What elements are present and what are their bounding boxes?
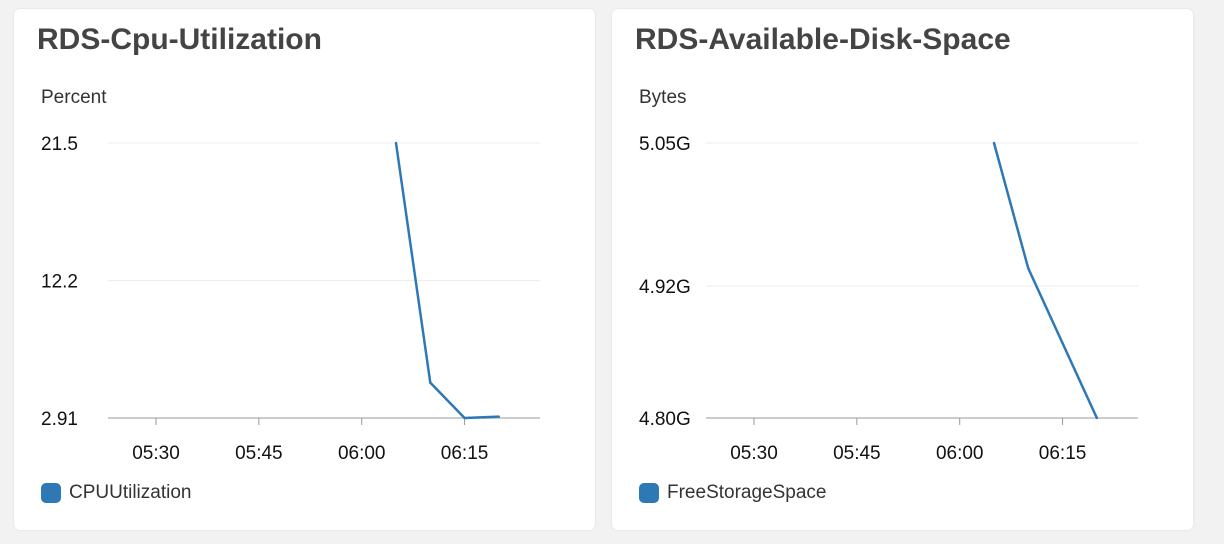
cpu-utilization-panel: RDS-Cpu-Utilization Percent 21.5 12.2 2.91… (14, 9, 595, 530)
y-tick-label: 12.2 (41, 272, 78, 293)
y-tick-label: 5.05G (639, 134, 691, 155)
y-axis-unit-label: Bytes (639, 87, 687, 108)
x-tick-label: 05:30 (132, 443, 180, 464)
available-disk-space-chart: Bytes 5.05G 4.92G 4.80G 05:30 05:45 06:00 06:1… (639, 87, 1138, 464)
available-disk-space-panel: RDS-Available-Disk-Space Bytes 5.05G 4.92… (612, 9, 1193, 530)
x-tick-label: 05:30 (730, 443, 778, 464)
data-point (429, 381, 432, 384)
x-tick-label: 05:45 (235, 443, 283, 464)
x-tick-label: 06:15 (1039, 443, 1087, 464)
y-tick-label: 4.92G (639, 277, 691, 298)
chart-legend[interactable]: FreeStorageSpace (639, 482, 827, 504)
y-tick-label: 4.80G (639, 409, 691, 430)
data-point (394, 141, 398, 145)
chart-legend[interactable]: CPUUtilization (41, 482, 191, 504)
x-tick-label: 06:00 (338, 443, 386, 464)
data-point (1027, 267, 1030, 270)
legend-swatch-icon (639, 483, 659, 503)
y-tick-label: 2.91 (41, 409, 78, 430)
x-tick-label: 06:00 (936, 443, 984, 464)
legend-label: FreeStorageSpace (667, 482, 827, 503)
legend-swatch-icon (41, 483, 61, 503)
series-line (992, 142, 1098, 419)
y-tick-label: 21.5 (41, 134, 78, 155)
data-point (497, 415, 501, 418)
legend-label: CPUUtilization (69, 482, 192, 503)
cpu-utilization-chart: Percent 21.5 12.2 2.91 05:30 05:45 06:00 06:15 (41, 87, 540, 464)
data-point (992, 141, 996, 145)
y-axis-unit-label: Percent (41, 87, 107, 108)
x-tick-label: 05:45 (833, 443, 881, 464)
x-tick-label: 06:15 (441, 443, 489, 464)
data-point (463, 416, 466, 420)
data-point (1095, 416, 1099, 420)
